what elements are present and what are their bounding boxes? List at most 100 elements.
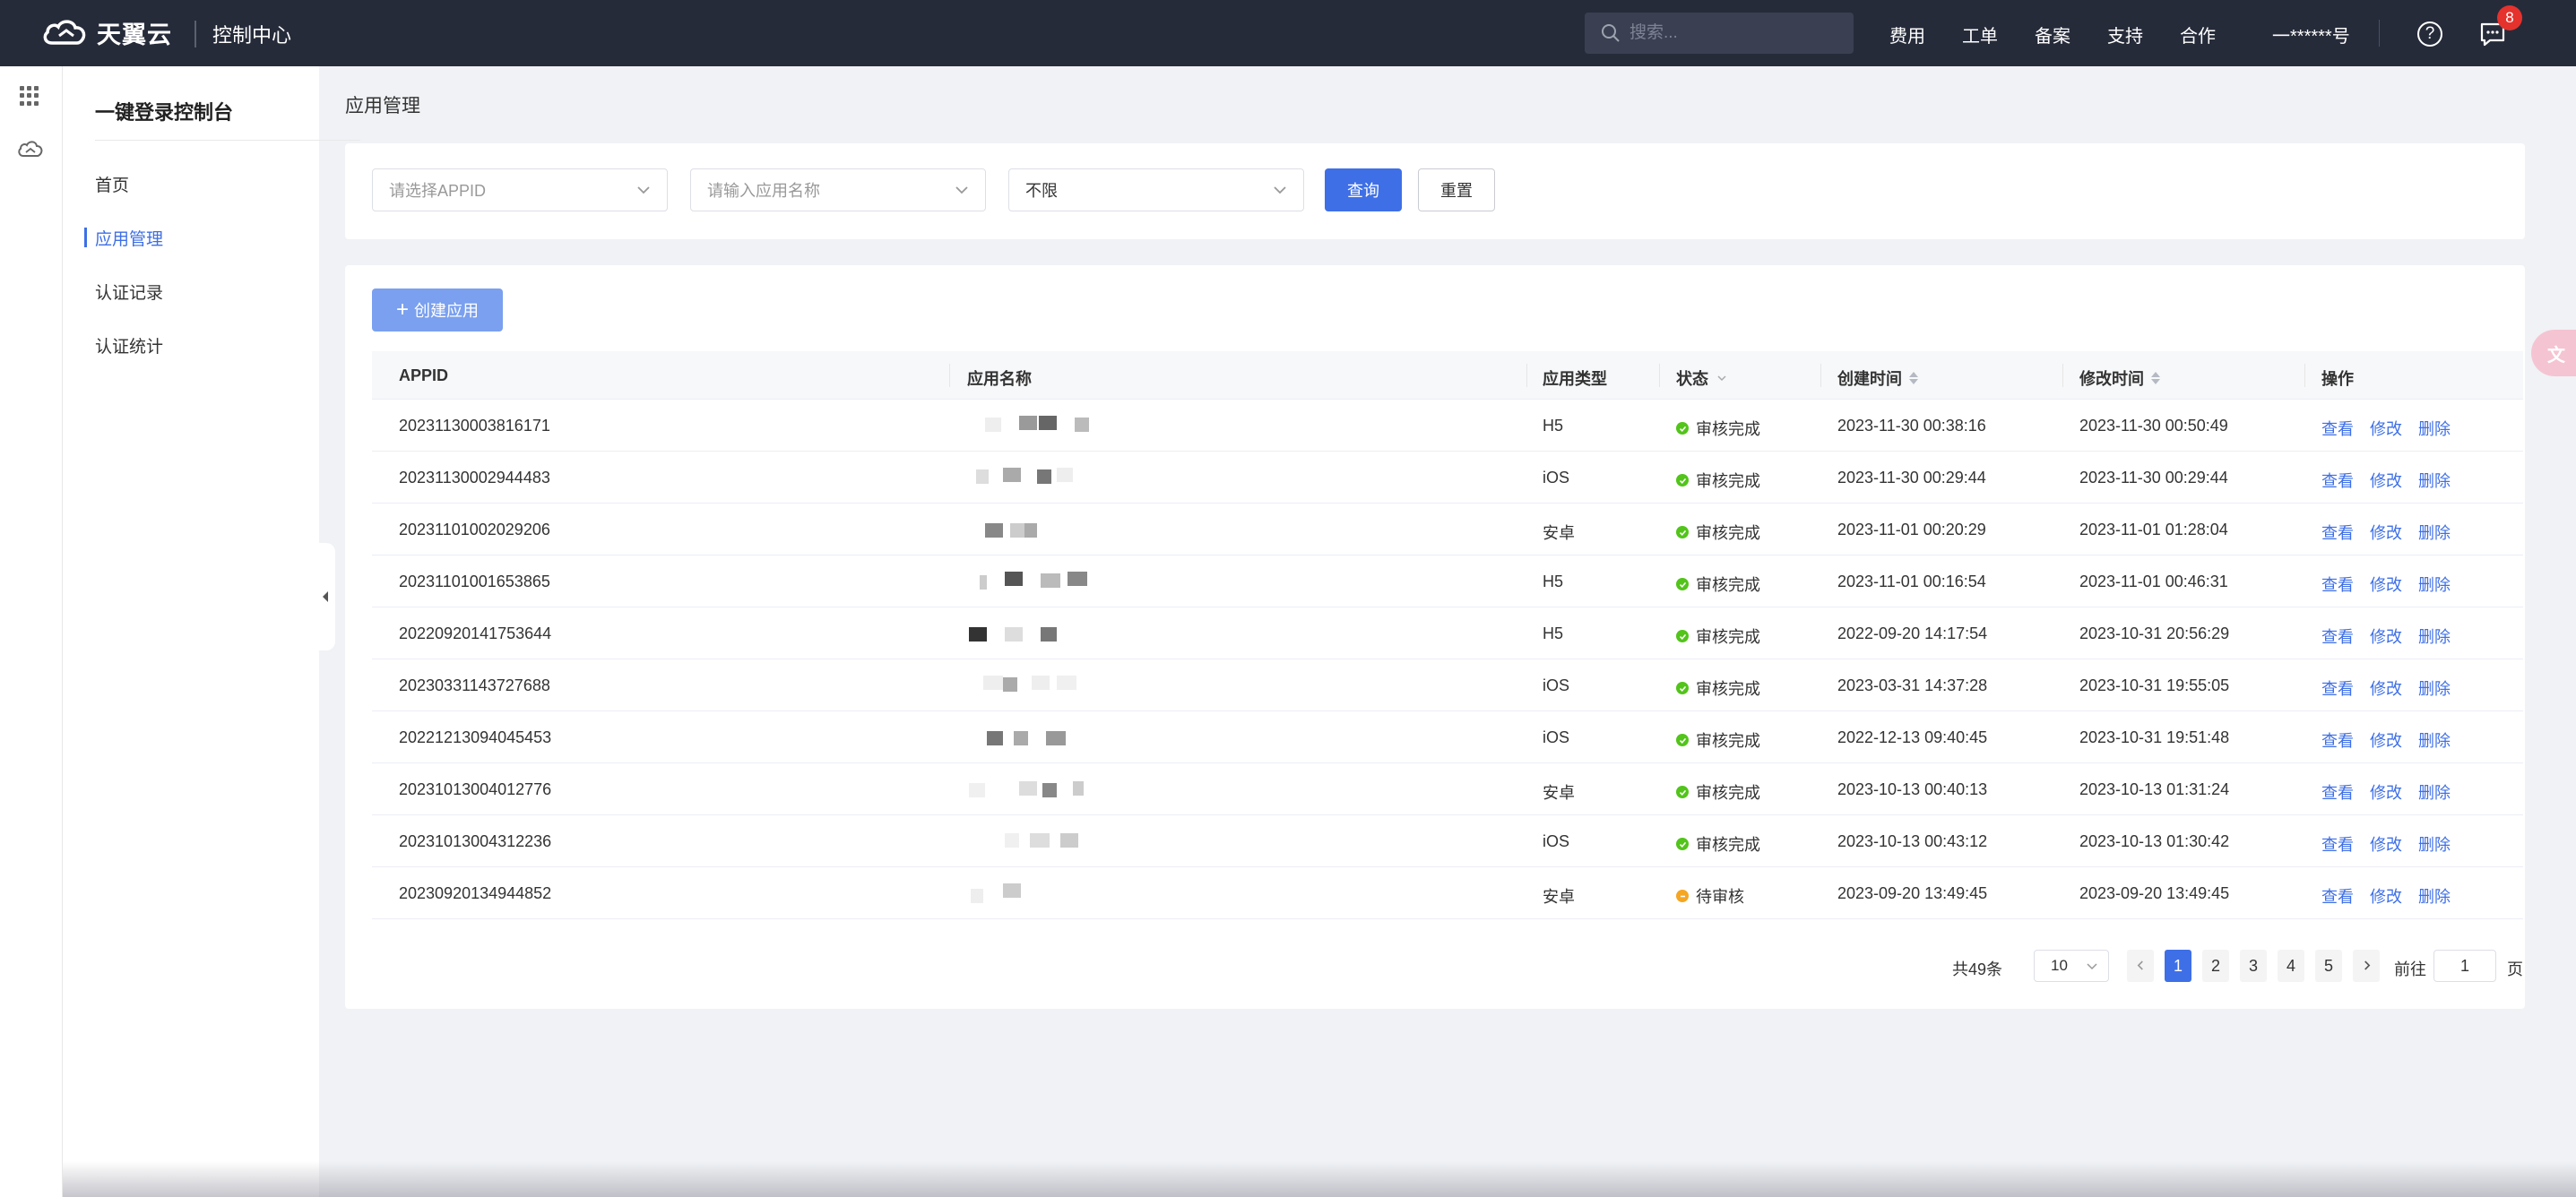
appid-select[interactable]: 请选择APPID bbox=[372, 168, 668, 211]
edit-button[interactable]: 修改 bbox=[2370, 784, 2402, 802]
help-icon[interactable]: ? bbox=[2417, 22, 2442, 47]
edit-button[interactable]: 修改 bbox=[2370, 628, 2402, 646]
delete-button[interactable]: 删除 bbox=[2418, 836, 2451, 854]
nav-billing[interactable]: 费用 bbox=[1889, 22, 1925, 47]
edit-button[interactable]: 修改 bbox=[2370, 524, 2402, 542]
column-app-type: 应用类型 bbox=[1543, 370, 1607, 388]
app-type-cell: iOS bbox=[1543, 832, 1570, 850]
sidebar-item-home[interactable]: 首页 bbox=[95, 172, 129, 196]
view-button[interactable]: 查看 bbox=[2321, 680, 2354, 698]
page-title: 应用管理 bbox=[345, 96, 420, 116]
app-type-cell: H5 bbox=[1543, 624, 1564, 642]
create-app-button[interactable]: + 创建应用 bbox=[372, 288, 503, 332]
apps-grid-icon[interactable] bbox=[20, 86, 39, 106]
view-button[interactable]: 查看 bbox=[2321, 888, 2354, 906]
check-circle-icon bbox=[1676, 786, 1689, 798]
delete-button[interactable]: 删除 bbox=[2418, 784, 2451, 802]
column-status-label: 状态 bbox=[1676, 370, 1708, 388]
sidebar-item-app-management[interactable]: 应用管理 bbox=[95, 226, 163, 250]
app-type-cell: H5 bbox=[1543, 573, 1564, 590]
view-button[interactable]: 查看 bbox=[2321, 576, 2354, 594]
prev-page-button[interactable] bbox=[2127, 950, 2154, 982]
app-type-cell: 安卓 bbox=[1543, 784, 1575, 802]
edit-button[interactable]: 修改 bbox=[2370, 420, 2402, 438]
chevron-down-icon bbox=[637, 186, 650, 194]
view-button[interactable]: 查看 bbox=[2321, 784, 2354, 802]
chevron-down-icon bbox=[1274, 186, 1286, 194]
next-page-button[interactable] bbox=[2353, 950, 2380, 982]
delete-button[interactable]: 删除 bbox=[2418, 732, 2451, 750]
reset-button[interactable]: 重置 bbox=[1418, 168, 1495, 211]
view-button[interactable]: 查看 bbox=[2321, 472, 2354, 490]
column-status[interactable]: 状态 bbox=[1676, 366, 1726, 390]
global-search[interactable] bbox=[1585, 13, 1854, 54]
search-icon bbox=[1602, 24, 1620, 42]
query-button[interactable]: 查询 bbox=[1325, 168, 1402, 211]
created-time-cell: 2023-10-13 00:40:13 bbox=[1837, 780, 1988, 798]
cloud-product-icon[interactable] bbox=[16, 138, 45, 159]
search-input[interactable] bbox=[1629, 23, 1836, 43]
app-type-select[interactable]: 不限 bbox=[1008, 168, 1304, 211]
goto-page-input[interactable]: 1 bbox=[2433, 950, 2496, 982]
nav-ticket[interactable]: 工单 bbox=[1962, 22, 1998, 47]
created-time-cell: 2023-11-01 00:16:54 bbox=[1837, 573, 1986, 590]
edit-button[interactable]: 修改 bbox=[2370, 680, 2402, 698]
nav-support[interactable]: 支持 bbox=[2107, 22, 2143, 47]
floating-translate-tool[interactable]: 文 bbox=[2531, 330, 2576, 376]
view-button[interactable]: 查看 bbox=[2321, 732, 2354, 750]
sidebar-item-auth-stats[interactable]: 认证统计 bbox=[95, 333, 163, 357]
page-button-1[interactable]: 1 bbox=[2165, 950, 2191, 982]
actions-cell: 查看 修改 删除 bbox=[2321, 728, 2467, 752]
page-size-value: 10 bbox=[2051, 957, 2068, 974]
column-separator bbox=[949, 364, 950, 387]
delete-button[interactable]: 删除 bbox=[2418, 472, 2451, 490]
edit-button[interactable]: 修改 bbox=[2370, 472, 2402, 490]
page-button-4[interactable]: 4 bbox=[2278, 950, 2304, 982]
column-modified[interactable]: 修改时间 bbox=[2079, 366, 2160, 390]
sidebar-divider bbox=[95, 140, 360, 141]
view-button[interactable]: 查看 bbox=[2321, 628, 2354, 646]
page-button-2[interactable]: 2 bbox=[2202, 950, 2229, 982]
chevron-left-icon bbox=[323, 591, 328, 602]
actions-cell: 查看 修改 删除 bbox=[2321, 884, 2467, 908]
delete-button[interactable]: 删除 bbox=[2418, 888, 2451, 906]
delete-button[interactable]: 删除 bbox=[2418, 680, 2451, 698]
console-title[interactable]: 控制中心 bbox=[212, 20, 291, 48]
delete-button[interactable]: 删除 bbox=[2418, 628, 2451, 646]
edit-button[interactable]: 修改 bbox=[2370, 732, 2402, 750]
check-circle-icon bbox=[1676, 422, 1689, 435]
app-name-input[interactable]: 请输入应用名称 bbox=[690, 168, 986, 211]
redacted-app-name bbox=[967, 828, 1093, 853]
edit-button[interactable]: 修改 bbox=[2370, 836, 2402, 854]
page-size-select[interactable]: 10 bbox=[2034, 950, 2109, 982]
account-name[interactable]: 一******号 bbox=[2272, 22, 2350, 47]
column-created-label: 创建时间 bbox=[1837, 370, 1902, 388]
brand-logo[interactable]: 天翼云 bbox=[39, 14, 172, 50]
page-button-5[interactable]: 5 bbox=[2315, 950, 2342, 982]
redacted-app-name bbox=[967, 724, 1093, 749]
app-type-cell: iOS bbox=[1543, 728, 1570, 746]
nav-filing[interactable]: 备案 bbox=[2035, 22, 2070, 47]
sidebar-collapse-toggle[interactable] bbox=[316, 543, 335, 650]
view-button[interactable]: 查看 bbox=[2321, 420, 2354, 438]
table-row: 20220920141753644 H5 审核完成 2022-09-20 14:17:… bbox=[372, 607, 2523, 659]
edit-button[interactable]: 修改 bbox=[2370, 888, 2402, 906]
edit-button[interactable]: 修改 bbox=[2370, 576, 2402, 594]
delete-button[interactable]: 删除 bbox=[2418, 524, 2451, 542]
page-button-3[interactable]: 3 bbox=[2240, 950, 2267, 982]
delete-button[interactable]: 删除 bbox=[2418, 576, 2451, 594]
status-cell: 审核完成 bbox=[1676, 521, 1760, 544]
nav-partner[interactable]: 合作 bbox=[2180, 22, 2216, 47]
left-rail bbox=[0, 66, 63, 1197]
status-cell: 审核完成 bbox=[1676, 728, 1760, 752]
delete-button[interactable]: 删除 bbox=[2418, 420, 2451, 438]
appid-cell: 20231101002029206 bbox=[399, 521, 550, 538]
created-time-cell: 2023-11-30 00:29:44 bbox=[1837, 469, 1986, 487]
view-button[interactable]: 查看 bbox=[2321, 836, 2354, 854]
header-divider bbox=[194, 21, 196, 47]
created-time-cell: 2023-09-20 13:49:45 bbox=[1837, 884, 1988, 902]
message-count-badge: 8 bbox=[2497, 5, 2522, 30]
column-created[interactable]: 创建时间 bbox=[1837, 366, 1918, 390]
sidebar-item-auth-records[interactable]: 认证记录 bbox=[95, 280, 163, 304]
view-button[interactable]: 查看 bbox=[2321, 524, 2354, 542]
